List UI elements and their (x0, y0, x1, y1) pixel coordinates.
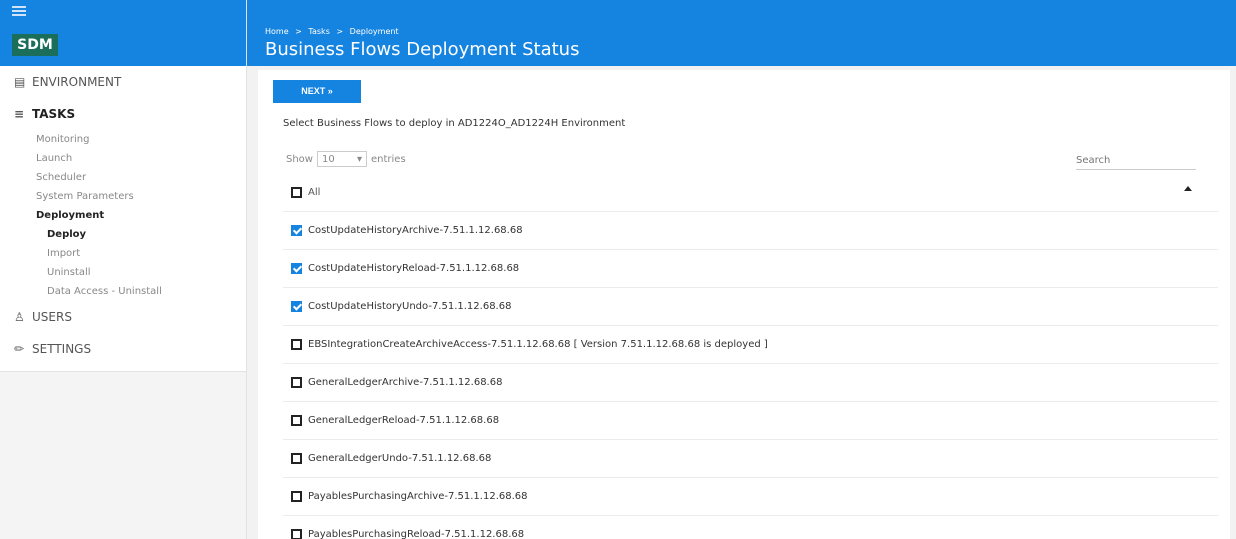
sidebar-item-environment[interactable]: ▤ ENVIRONMENT (0, 66, 246, 98)
flow-row: GeneralLedgerArchive-7.51.1.12.68.68 (283, 364, 1218, 402)
select-all-row: All (283, 174, 1218, 212)
page-length-control: Show 10 ▾ entries (286, 151, 406, 167)
flow-label: GeneralLedgerArchive-7.51.1.12.68.68 (308, 377, 503, 388)
flow-row: CostUpdateHistoryReload-7.51.1.12.68.68 (283, 250, 1218, 288)
flow-label: GeneralLedgerReload-7.51.1.12.68.68 (308, 415, 500, 426)
sort-up-icon[interactable] (1184, 186, 1192, 191)
flow-row: GeneralLedgerReload-7.51.1.12.68.68 (283, 402, 1218, 440)
breadcrumb-tasks[interactable]: Tasks (308, 27, 329, 36)
flow-checkbox[interactable] (291, 377, 302, 388)
sidebar: SDM ▤ ENVIRONMENT ≡ TASKS Monitoring Lau… (0, 0, 247, 539)
sidebar-item-users[interactable]: ♙ USERS (0, 301, 246, 333)
show-label: Show (286, 153, 313, 165)
flow-label: PayablesPurchasingReload-7.51.1.12.68.68 (308, 529, 525, 539)
flow-checkbox[interactable] (291, 491, 302, 502)
flow-label: PayablesPurchasingArchive-7.51.1.12.68.6… (308, 491, 528, 502)
sidebar-header: SDM (0, 0, 246, 66)
instruction-text: Select Business Flows to deploy in AD122… (283, 118, 626, 129)
database-icon: ▤ (14, 75, 26, 89)
breadcrumb-separator: > (295, 27, 302, 36)
sidebar-item-scheduler[interactable]: Scheduler (0, 168, 246, 187)
list-icon: ≡ (14, 107, 25, 121)
flow-label: EBSIntegrationCreateArchiveAccess-7.51.1… (308, 339, 768, 350)
entries-value: 10 (321, 153, 335, 165)
sidebar-item-data-access-uninstall[interactable]: Data Access - Uninstall (0, 282, 246, 301)
sidebar-item-tasks[interactable]: ≡ TASKS (0, 98, 246, 130)
main-panel: NEXT » Select Business Flows to deploy i… (258, 70, 1230, 539)
page-title: Business Flows Deployment Status (265, 39, 580, 60)
flow-row: EBSIntegrationCreateArchiveAccess-7.51.1… (283, 326, 1218, 364)
sidebar-item-deploy[interactable]: Deploy (0, 225, 246, 244)
flow-checkbox[interactable] (291, 263, 302, 274)
flow-row: CostUpdateHistoryArchive-7.51.1.12.68.68 (283, 212, 1218, 250)
breadcrumb-deployment[interactable]: Deployment (350, 27, 399, 36)
app: SDM ▤ ENVIRONMENT ≡ TASKS Monitoring Lau… (0, 0, 1236, 539)
flow-checkbox[interactable] (291, 529, 302, 539)
wrench-icon: ✏ (14, 342, 25, 356)
breadcrumb-separator: > (336, 27, 344, 36)
breadcrumb: Home > Tasks > Deployment (265, 27, 399, 36)
flow-row: GeneralLedgerUndo-7.51.1.12.68.68 (283, 440, 1218, 478)
sidebar-nav: ▤ ENVIRONMENT ≡ TASKS Monitoring Launch … (0, 66, 246, 372)
flow-checkbox[interactable] (291, 301, 302, 312)
entries-select[interactable]: 10 ▾ (316, 151, 367, 167)
sidebar-item-label: ENVIRONMENT (32, 75, 122, 89)
header: Home > Tasks > Deployment Business Flows… (247, 0, 1236, 66)
sidebar-item-label: USERS (32, 310, 72, 324)
search-input[interactable] (1076, 152, 1196, 170)
select-all-label: All (308, 187, 321, 198)
chevron-down-icon: ▾ (356, 153, 362, 165)
flow-checkbox[interactable] (291, 415, 302, 426)
menu-icon[interactable] (12, 6, 26, 16)
sidebar-item-deployment[interactable]: Deployment (0, 206, 246, 225)
logo: SDM (12, 34, 58, 56)
select-all-checkbox[interactable] (291, 187, 302, 198)
user-icon: ♙ (14, 310, 25, 324)
entries-label: entries (370, 153, 406, 165)
breadcrumb-home[interactable]: Home (265, 27, 289, 36)
sidebar-item-monitoring[interactable]: Monitoring (0, 130, 246, 149)
sidebar-item-label: TASKS (32, 107, 76, 121)
sidebar-item-settings[interactable]: ✏ SETTINGS (0, 333, 246, 365)
flow-label: GeneralLedgerUndo-7.51.1.12.68.68 (308, 453, 492, 464)
sidebar-item-launch[interactable]: Launch (0, 149, 246, 168)
flow-label: CostUpdateHistoryArchive-7.51.1.12.68.68 (308, 225, 523, 236)
flow-row: PayablesPurchasingArchive-7.51.1.12.68.6… (283, 478, 1218, 516)
flow-checkbox[interactable] (291, 225, 302, 236)
sidebar-item-label: SETTINGS (32, 342, 92, 356)
flow-checkbox[interactable] (291, 453, 302, 464)
flow-label: CostUpdateHistoryReload-7.51.1.12.68.68 (308, 263, 520, 274)
flow-row: PayablesPurchasingReload-7.51.1.12.68.68 (283, 516, 1218, 539)
flow-checkbox[interactable] (291, 339, 302, 350)
sidebar-item-import[interactable]: Import (0, 244, 246, 263)
next-button[interactable]: NEXT » (273, 80, 361, 103)
sidebar-item-uninstall[interactable]: Uninstall (0, 263, 246, 282)
flow-row: CostUpdateHistoryUndo-7.51.1.12.68.68 (283, 288, 1218, 326)
flow-label: CostUpdateHistoryUndo-7.51.1.12.68.68 (308, 301, 512, 312)
sidebar-item-system-parameters[interactable]: System Parameters (0, 187, 246, 206)
